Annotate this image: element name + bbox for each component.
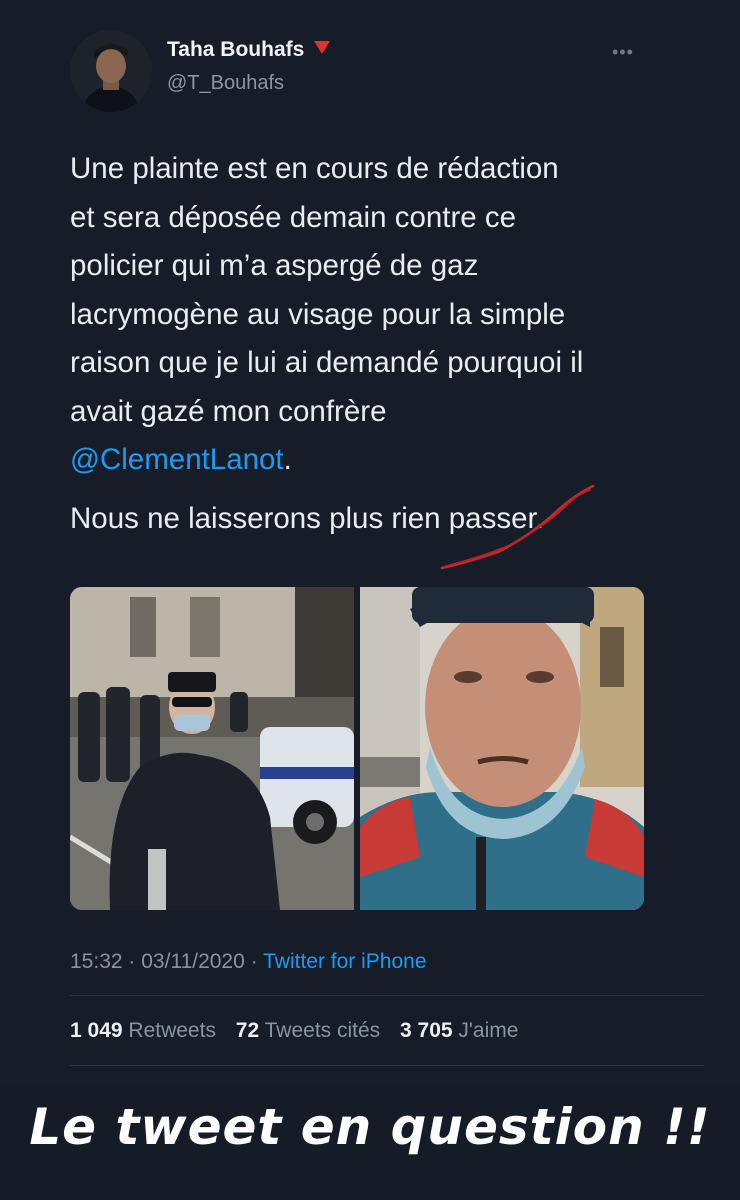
tweet-time[interactable]: 15:32 [70,950,123,973]
avatar[interactable] [70,30,152,112]
tweet-date[interactable]: 03/11/2020 [141,950,245,973]
tweet-source-link[interactable]: Twitter for iPhone [263,950,426,973]
more-options-icon[interactable]: ••• [612,42,634,63]
author-handle[interactable]: @T_Bouhafs [167,72,284,95]
text-line: lacrymogène au visage pour la simple [70,297,566,331]
text-line: raison que je lui ai demandé pourquoi il [70,346,584,379]
tweet-paragraph-1: Une plainte est en cours de rédaction et… [70,145,700,485]
story-caption: Le tweet en question !! [29,1098,711,1156]
mention-suffix: . [283,443,292,476]
likes-stat[interactable]: 3 705 J'aime [400,1019,518,1042]
red-triangle-icon [314,41,331,54]
tweet-photo-selfie[interactable] [360,587,644,910]
tweet-meta: 15:32 · 03/11/2020 · Twitter for iPhone [70,950,427,974]
likes-label: J'aime [458,1019,519,1042]
mention-link[interactable]: @ClementLanot [70,443,284,476]
red-scribble-annotation [440,484,595,570]
text-line: Une plainte est en cours de rédaction [70,152,559,185]
retweets-count: 1 049 [70,1019,123,1042]
retweets-label: Retweets [128,1019,216,1042]
quotes-label: Tweets cités [264,1019,381,1042]
tweet-photo-police[interactable] [70,587,354,910]
text-line: avait gazé mon confrère [70,394,387,428]
author-name-text[interactable]: Taha Bouhafs [167,38,304,61]
meta-separator: · [128,950,136,973]
text-line: et sera déposée demain contre ce [70,200,517,234]
divider [70,1065,704,1066]
quotes-stat[interactable]: 72 Tweets cités [236,1019,380,1042]
text-line: policier qui m’a aspergé de gaz [70,249,479,282]
tweet-text: Une plainte est en cours de rédaction et… [70,145,700,543]
tweet-card: Taha Bouhafs @T_Bouhafs ••• Une plainte … [0,0,740,1085]
tweet-paragraph-2: Nous ne laisserons plus rien passer. [70,501,544,535]
quotes-count: 72 [235,1019,260,1042]
retweets-stat[interactable]: 1 049 Retweets [70,1019,216,1042]
tweet-stats: 1 049 Retweets 72 Tweets cités 3 705 J'a… [70,1019,518,1043]
meta-separator: · [250,950,258,973]
divider [70,995,704,996]
likes-count: 3 705 [400,1019,453,1042]
author-name[interactable]: Taha Bouhafs [167,38,331,62]
